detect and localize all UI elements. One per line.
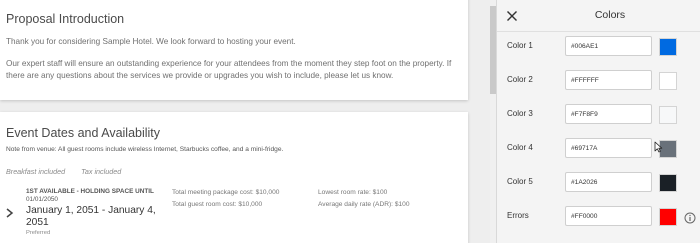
lowest-room-rate: Lowest room rate: $100 [318,189,388,196]
color-5-label: Color 5 [507,177,533,186]
venue-note: Note from venue: All guest rooms include… [6,146,284,153]
average-daily-rate: Average daily rate (ADR): $100 [318,201,410,208]
proposal-intro-paragraph-2: Our expert staff will ensure an outstand… [6,59,452,80]
color-4-label: Color 4 [507,143,533,152]
color-row-errors: Errors [497,200,700,234]
color-5-swatch[interactable] [659,174,677,192]
inclusions-list: Breakfast included Tax included [6,167,135,176]
color-row-3: Color 3 [497,98,700,132]
guest-room-cost: Total guest room cost: $10,000 [172,201,263,208]
color-2-input[interactable] [565,70,652,90]
chevron-right-icon[interactable] [4,206,16,220]
meeting-package-cost: Total meeting package cost: $10,000 [172,189,280,196]
proposal-intro-paragraph-1: Thank you for considering Sample Hotel. … [6,37,296,46]
colors-panel-title: Colors [594,9,626,21]
color-5-input[interactable] [565,172,652,192]
color-3-input[interactable] [565,104,652,124]
event-date-range: January 1, 2051 - January 4, 2051 [26,205,156,228]
color-row-5: Color 5 [497,166,700,200]
color-1-input[interactable] [565,36,652,56]
hold-until-date: 01/01/2050 [26,196,58,203]
app-root: Proposal Introduction Thank you for cons… [0,0,700,243]
colors-panel: Colors Color 1 Color 2 Color 3 Color 4 C… [497,0,700,243]
color-2-label: Color 2 [507,75,533,84]
event-dates-card: Event Dates and Availability Note from v… [0,112,468,243]
color-3-label: Color 3 [507,109,533,118]
color-row-2: Color 2 [497,64,700,98]
color-3-swatch[interactable] [659,106,677,124]
color-2-swatch[interactable] [659,72,677,90]
errors-color-input[interactable] [565,206,652,226]
event-dates-title: Event Dates and Availability [6,126,161,140]
proposal-intro-title: Proposal Introduction [6,12,125,26]
color-4-input[interactable] [565,138,652,158]
color-row-4: Color 4 [497,132,700,166]
availability-heading: 1ST AVAILABLE - HOLDING SPACE UNTIL [26,188,154,195]
color-1-swatch[interactable] [659,38,677,56]
proposal-document: Proposal Introduction Thank you for cons… [0,0,490,243]
inclusion-tax: Tax included [81,167,122,176]
color-1-label: Color 1 [507,41,533,50]
inclusion-breakfast: Breakfast included [6,167,66,176]
info-icon[interactable] [684,211,696,224]
errors-color-label: Errors [507,211,529,220]
color-row-1: Color 1 [497,30,700,64]
mouse-pointer-icon [654,140,663,153]
errors-color-swatch[interactable] [659,208,677,226]
proposal-intro-card: Proposal Introduction Thank you for cons… [0,0,468,100]
availability-status: Preferred [26,230,51,236]
